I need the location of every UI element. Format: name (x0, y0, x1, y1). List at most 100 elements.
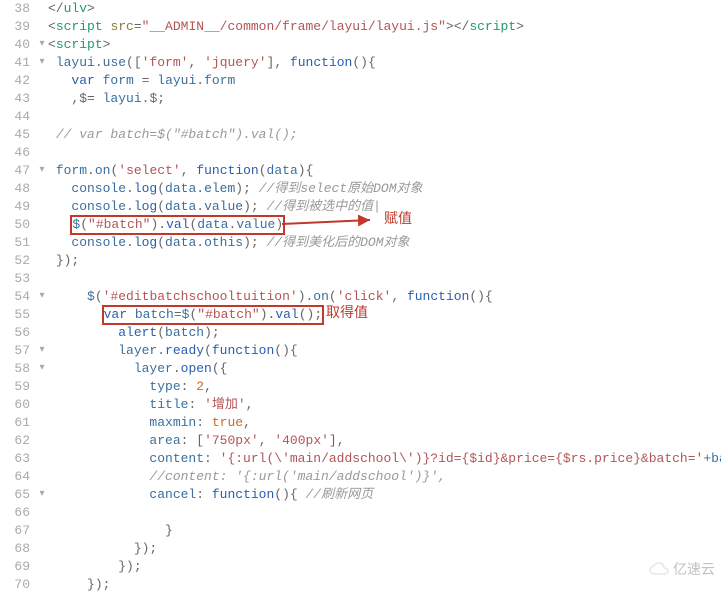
code-line: 44 (0, 108, 721, 126)
code-line: 62 area: ['750px', '400px'], (0, 432, 721, 450)
fold-icon[interactable]: ▾ (36, 342, 48, 360)
line-number: 55 (0, 306, 36, 324)
watermark: 亿速云 (649, 559, 715, 579)
line-number: 62 (0, 432, 36, 450)
code-line: 49 console.log(data.value); //得到被选中的值| (0, 198, 721, 216)
line-number: 48 (0, 180, 36, 198)
code-line: 46 (0, 144, 721, 162)
line-number: 65 (0, 486, 36, 504)
line-number: 50 (0, 216, 36, 234)
line-number: 54 (0, 288, 36, 306)
code-content: alert(batch); (48, 324, 721, 342)
code-content: type: 2, (48, 378, 721, 396)
line-number: 42 (0, 72, 36, 90)
fold-icon[interactable]: ▾ (36, 288, 48, 306)
code-line: 53 (0, 270, 721, 288)
code-content: <script> (48, 36, 721, 54)
line-number: 64 (0, 468, 36, 486)
code-line: 52 }); (0, 252, 721, 270)
code-content: title: '增加', (48, 396, 721, 414)
fold-icon[interactable]: ▾ (36, 54, 48, 72)
code-line: 68 }); (0, 540, 721, 558)
line-number: 51 (0, 234, 36, 252)
fold-icon[interactable]: ▾ (36, 36, 48, 54)
line-number: 46 (0, 144, 36, 162)
code-line: 65▾ cancel: function(){ //刷新网页 (0, 486, 721, 504)
annotation-label: 取得值 (326, 302, 368, 322)
code-content: layui.use(['form', 'jquery'], function()… (48, 54, 721, 72)
code-editor: 38</ulv>39 <script src="__ADMIN__/common/… (0, 0, 721, 594)
code-content: cancel: function(){ //刷新网页 (48, 486, 721, 504)
code-line: 59 type: 2, (0, 378, 721, 396)
code-line: 58▾ layer.open({ (0, 360, 721, 378)
code-content: area: ['750px', '400px'], (48, 432, 721, 450)
line-number: 59 (0, 378, 36, 396)
line-number: 39 (0, 18, 36, 36)
line-number: 70 (0, 576, 36, 594)
code-content: // var batch=$("#batch").val(); (48, 126, 721, 144)
fold-icon[interactable]: ▾ (36, 486, 48, 504)
code-content: var batch=$("#batch").val(); (48, 306, 721, 324)
code-content: layer.open({ (48, 360, 721, 378)
code-line: 41▾ layui.use(['form', 'jquery'], functi… (0, 54, 721, 72)
line-number: 63 (0, 450, 36, 468)
code-line: 61 maxmin: true, (0, 414, 721, 432)
code-content: ,$= layui.$; (48, 90, 721, 108)
line-number: 58 (0, 360, 36, 378)
line-number: 44 (0, 108, 36, 126)
annotation-label: 赋值 (384, 208, 412, 228)
line-number: 53 (0, 270, 36, 288)
code-line: 64 //content: '{:url('main/addschool')}'… (0, 468, 721, 486)
code-line: 67 } (0, 522, 721, 540)
code-line: 60 title: '增加', (0, 396, 721, 414)
line-number: 61 (0, 414, 36, 432)
code-line: 70 }); (0, 576, 721, 594)
fold-icon[interactable]: ▾ (36, 162, 48, 180)
code-content: maxmin: true, (48, 414, 721, 432)
code-line: 51 console.log(data.othis); //得到美化后的DOM对… (0, 234, 721, 252)
code-line: 57▾ layer.ready(function(){ (0, 342, 721, 360)
line-number: 52 (0, 252, 36, 270)
code-line: 66 (0, 504, 721, 522)
line-number: 57 (0, 342, 36, 360)
line-number: 66 (0, 504, 36, 522)
code-content: console.log(data.othis); //得到美化后的DOM对象 (48, 234, 721, 252)
code-content: }); (48, 540, 721, 558)
watermark-text: 亿速云 (673, 559, 715, 579)
code-content: var form = layui.form (48, 72, 721, 90)
code-content: <script src="__ADMIN__/common/frame/layu… (48, 18, 721, 36)
line-number: 40 (0, 36, 36, 54)
line-number: 43 (0, 90, 36, 108)
code-line: 47▾ form.on('select', function(data){ (0, 162, 721, 180)
code-line: 63 content: '{:url(\'main/addschool\')}?… (0, 450, 721, 468)
code-line: 40▾<script> (0, 36, 721, 54)
line-number: 67 (0, 522, 36, 540)
code-line: 69 }); (0, 558, 721, 576)
line-number: 69 (0, 558, 36, 576)
code-content: layer.ready(function(){ (48, 342, 721, 360)
code-line: 43 ,$= layui.$; (0, 90, 721, 108)
code-content: $('#editbatchschooltuition').on('click',… (48, 288, 721, 306)
line-number: 45 (0, 126, 36, 144)
code-content: form.on('select', function(data){ (48, 162, 721, 180)
code-content: }); (48, 576, 721, 594)
cloud-icon (649, 562, 669, 576)
code-content: }); (48, 558, 721, 576)
code-content: } (48, 522, 721, 540)
line-number: 38 (0, 0, 36, 18)
code-line: 56 alert(batch); (0, 324, 721, 342)
line-number: 47 (0, 162, 36, 180)
code-line: 42 var form = layui.form (0, 72, 721, 90)
fold-icon[interactable]: ▾ (36, 360, 48, 378)
code-line: 39 <script src="__ADMIN__/common/frame/la… (0, 18, 721, 36)
code-line: 45 // var batch=$("#batch").val(); (0, 126, 721, 144)
line-number: 41 (0, 54, 36, 72)
code-line: 50 $("#batch").val(data.value) (0, 216, 721, 234)
code-line: 38</ulv> (0, 0, 721, 18)
line-number: 56 (0, 324, 36, 342)
line-number: 60 (0, 396, 36, 414)
code-content: }); (48, 252, 721, 270)
code-content: //content: '{:url('main/addschool')}', (48, 468, 721, 486)
code-line: 48 console.log(data.elem); //得到select原始D… (0, 180, 721, 198)
line-number: 68 (0, 540, 36, 558)
